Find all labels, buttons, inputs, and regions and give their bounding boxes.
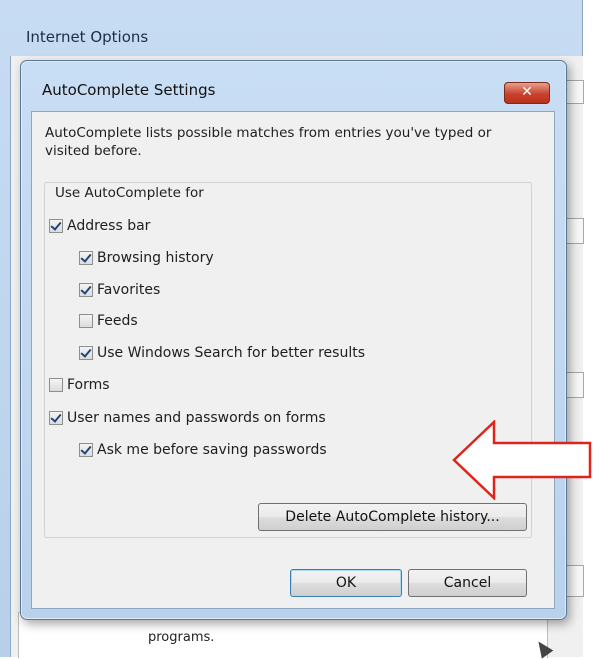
checkbox-checked-icon[interactable]: [49, 219, 63, 233]
dialog-description: AutoComplete lists possible matches from…: [45, 125, 492, 159]
checkbox-address-bar[interactable]: Address bar: [49, 218, 150, 234]
checkbox-feeds[interactable]: Feeds: [79, 313, 138, 329]
checkbox-unchecked-icon[interactable]: [49, 378, 63, 392]
checkbox-unchecked-icon[interactable]: [79, 314, 93, 328]
checkbox-ask-before-saving[interactable]: Ask me before saving passwords: [79, 442, 327, 458]
checkbox-label: Forms: [67, 377, 110, 393]
checkbox-label: Browsing history: [97, 250, 214, 266]
checkbox-label: Address bar: [67, 218, 151, 234]
ok-button[interactable]: OK: [290, 569, 402, 597]
checkbox-label: Use Windows Search for better results: [97, 345, 365, 361]
checkbox-label: Favorites: [97, 282, 161, 298]
checkbox-checked-icon[interactable]: [49, 411, 63, 425]
group-label: Use AutoComplete for: [53, 185, 206, 201]
checkbox-checked-icon[interactable]: [79, 251, 93, 265]
dialog-client-area: AutoComplete lists possible matches from…: [31, 111, 555, 609]
checkbox-forms[interactable]: Forms: [49, 377, 110, 393]
window-title: Internet Options: [26, 28, 149, 46]
checkbox-label: User names and passwords on forms: [67, 410, 326, 426]
checkbox-checked-icon[interactable]: [79, 346, 93, 360]
red-arrow-icon: [452, 420, 592, 500]
close-icon: ✕: [521, 84, 533, 100]
background-bottom-text: programs.: [148, 630, 215, 645]
cancel-button[interactable]: Cancel: [408, 569, 527, 597]
checkbox-checked-icon[interactable]: [79, 443, 93, 457]
checkbox-checked-icon[interactable]: [79, 283, 93, 297]
checkbox-user-names-passwords[interactable]: User names and passwords on forms: [49, 410, 326, 426]
checkbox-label: Ask me before saving passwords: [97, 442, 327, 458]
close-button[interactable]: ✕: [504, 82, 550, 104]
checkbox-windows-search[interactable]: Use Windows Search for better results: [79, 345, 365, 361]
delete-autocomplete-history-button[interactable]: Delete AutoComplete history...: [258, 503, 527, 531]
autocomplete-settings-dialog: AutoComplete Settings ✕ AutoComplete lis…: [20, 60, 567, 620]
checkbox-favorites[interactable]: Favorites: [79, 282, 160, 298]
dialog-title: AutoComplete Settings: [42, 81, 216, 99]
checkbox-label: Feeds: [97, 313, 138, 329]
checkbox-browsing-history[interactable]: Browsing history: [79, 250, 214, 266]
